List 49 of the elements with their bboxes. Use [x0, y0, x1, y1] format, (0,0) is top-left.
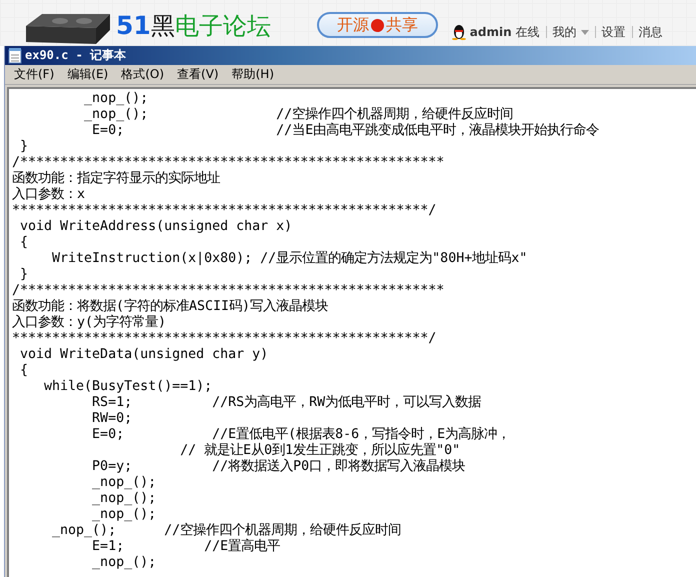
menu-item[interactable]: 查看(V)	[172, 66, 224, 83]
code-line: void WriteAddress(unsigned char x)	[19, 219, 292, 235]
menu-item[interactable]: 文件(F)	[9, 66, 60, 83]
nav-link[interactable]: 消息	[638, 24, 663, 40]
code-line: E=1; //E置高电平	[91, 539, 280, 555]
code-line: _nop_();	[91, 475, 156, 491]
code-line: }	[19, 267, 28, 283]
code-line: _nop_();	[83, 91, 148, 107]
code-line: E=0; //E置低电平(根据表8-6，写指令时，E为高脉冲，	[91, 427, 510, 442]
window-title: ex90.c - 记事本	[25, 47, 126, 64]
code-line: E=0; //当E由高电平跳变成低电平时，液晶模块开始执行命令	[91, 123, 600, 139]
status-link[interactable]: 在线	[516, 24, 540, 40]
code-line: _nop_();	[91, 491, 156, 507]
code-line: P0=y; //将数据送入P0口，即将数据写入液晶模块	[91, 459, 466, 475]
code-line: void WriteData(unsigned char y)	[19, 347, 268, 363]
code-line: 函数功能：将数据(字符的标准ASCII码)写入液晶模块	[12, 299, 328, 314]
username-link[interactable]: admin	[470, 25, 512, 39]
text-area[interactable]	[7, 87, 696, 577]
code-line: _nop_(); //空操作四个机器周期，给硬件反应时间	[83, 107, 514, 122]
code-line: RW=0;	[91, 411, 132, 427]
caret-icon[interactable]	[580, 30, 589, 34]
code-line: _nop_();	[91, 507, 156, 523]
slogan-badge: 开源 共享	[316, 12, 438, 38]
code-line: }	[19, 139, 28, 155]
code-line: ****************************************************/	[12, 331, 436, 347]
code-line: // 就是让E从0到1发生正跳变，所以应先置"0"	[179, 443, 460, 458]
logo-text: 黑	[150, 11, 175, 42]
code-line: 入口参数：x	[12, 187, 86, 203]
code-line: {	[19, 363, 28, 379]
logo-text: 51	[116, 11, 151, 40]
code-line: /*****************************************************	[12, 283, 444, 298]
code-line: _nop_(); //空操作四个机器周期，给硬件反应时间	[51, 523, 402, 538]
code-line: /*****************************************************	[12, 155, 444, 170]
penguin-icon	[452, 24, 466, 40]
menu-item[interactable]: 帮助(H)	[226, 66, 279, 83]
code-line: 函数功能：指定字符显示的实际地址	[12, 171, 220, 186]
notepad-icon	[8, 48, 22, 64]
logo-text: 电子论坛	[174, 11, 271, 42]
menu-item[interactable]: 格式(O)	[116, 66, 170, 83]
code-line: WriteInstruction(x|0x80); //显示位置的确定方法规定为"80H+地址码x"	[51, 251, 528, 267]
menu-item[interactable]: 编辑(E)	[62, 66, 114, 83]
nav-link[interactable]: 我的	[552, 24, 577, 40]
code-line: _nop_();	[91, 555, 156, 571]
code-line: {	[19, 235, 28, 251]
code-line: RS=1; //RS为高电平，RW为低电平时，可以写入数据	[91, 395, 482, 411]
code-line: 入口参数：y(为字符常量)	[12, 315, 166, 331]
code-line: while(BusyTest()==1);	[43, 379, 212, 395]
nav-link[interactable]: 设置	[602, 24, 626, 40]
code-line: ****************************************************/	[12, 203, 436, 219]
